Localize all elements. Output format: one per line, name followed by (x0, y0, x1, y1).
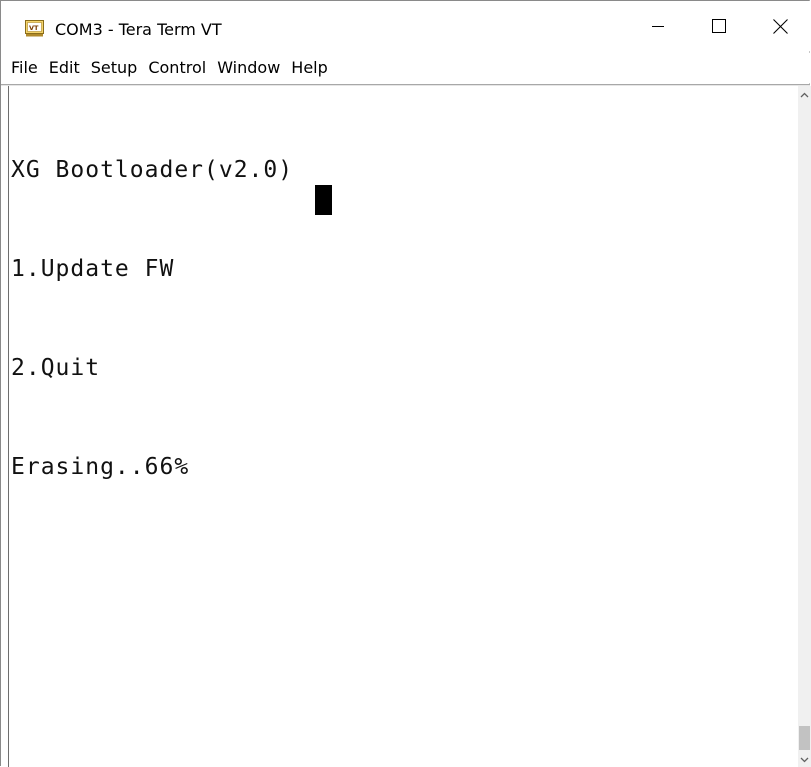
terminal-cursor (315, 185, 332, 215)
vertical-scrollbar[interactable] (798, 86, 811, 767)
menu-bar: File Edit Setup Control Window Help (1, 53, 810, 83)
scroll-down-button[interactable] (798, 753, 811, 767)
menu-control[interactable]: Control (142, 54, 211, 82)
scroll-thumb[interactable] (799, 726, 810, 750)
menu-setup[interactable]: Setup (85, 54, 143, 82)
maximize-icon (712, 19, 726, 33)
minimize-icon (652, 26, 664, 27)
close-icon (772, 18, 788, 34)
menu-window[interactable]: Window (211, 54, 285, 82)
terminal-line-update-fw-option: 1.Update FW (11, 256, 175, 282)
window-title: COM3 - Tera Term VT (55, 20, 222, 39)
minimize-button[interactable] (628, 1, 688, 51)
close-button[interactable] (750, 1, 810, 51)
menu-file[interactable]: File (5, 54, 43, 82)
tera-term-window: VT COM3 - Tera Term VT File Edit Setup C… (0, 0, 811, 767)
terminal-output-area[interactable]: XG Bootloader(v2.0) 1.Update FW 2.Quit E… (8, 86, 798, 767)
scroll-up-arrow-icon (800, 92, 809, 98)
terminal-line-quit-option: 2.Quit (11, 355, 101, 381)
tera-term-vt-icon: VT (25, 20, 44, 37)
maximize-button[interactable] (689, 1, 749, 51)
menu-edit[interactable]: Edit (43, 54, 85, 82)
terminal-line-bootloader-version: XG Bootloader(v2.0) (11, 157, 294, 183)
title-bar[interactable]: VT COM3 - Tera Term VT (1, 1, 810, 51)
menu-help[interactable]: Help (285, 54, 332, 82)
scroll-up-button[interactable] (798, 88, 811, 102)
svg-text:VT: VT (29, 24, 39, 32)
terminal-text: XG Bootloader(v2.0) 1.Update FW 2.Quit E… (11, 88, 293, 550)
scroll-down-arrow-icon (800, 757, 809, 763)
terminal-line-erasing-progress: Erasing..66% (11, 454, 190, 480)
